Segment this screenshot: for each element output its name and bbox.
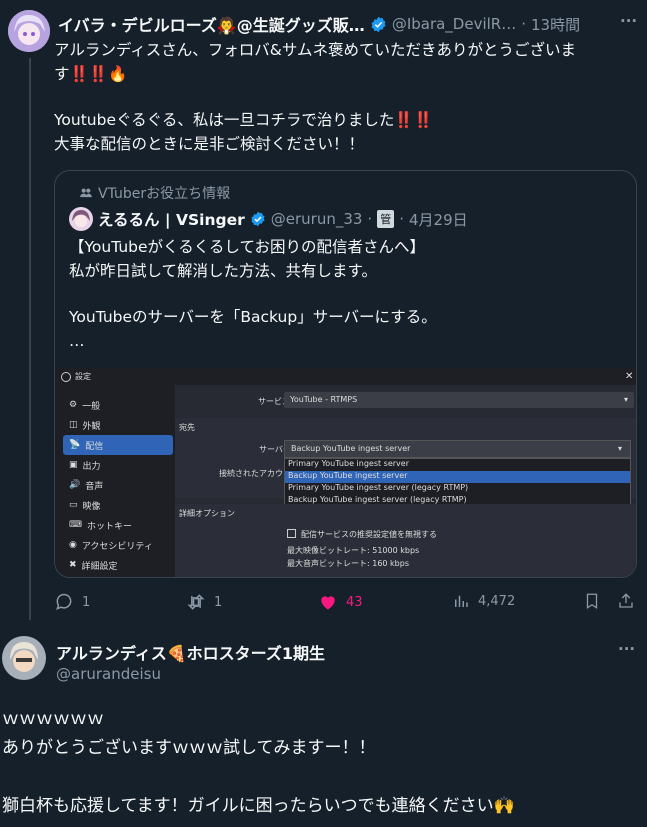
- reply-author-handle[interactable]: @arurandeisu: [56, 665, 161, 683]
- quote-text: 【YouTubeがくるくるしてお困りの配信者さんへ】 私が昨日試して解消した方法…: [69, 235, 624, 353]
- advanced-header: 詳細オプション: [179, 509, 235, 518]
- views-button[interactable]: 4,472: [452, 592, 515, 610]
- retweet-count: 1: [214, 594, 223, 610]
- reply-header: アルランディス🍕ホロスターズ1期生: [56, 640, 325, 664]
- reply-text: ｗｗｗｗｗｗ ありがとうございますｗｗｗ試してみますー！！ 獅白杯も応援してます…: [2, 705, 642, 821]
- reply-line: 獅白杯も応援してます！ガイルに困ったらいつでも連絡ください🙌: [2, 796, 515, 816]
- analytics-icon: [455, 595, 468, 607]
- quote-line: 【YouTubeがくるくるしてお困りの配信者さんへ】: [69, 238, 425, 256]
- accessibility-icon: ◉: [69, 540, 77, 550]
- author-avatar-image: [8, 10, 50, 52]
- quote-line: YouTubeのサーバーを「Backup」サーバーにする。: [69, 308, 437, 326]
- keyboard-icon: ⌨: [69, 520, 82, 530]
- bookmark-icon: [586, 593, 598, 610]
- tweet-time[interactable]: 13時間: [531, 14, 580, 35]
- tweet-line: アルランディスさん、フォロバ&サムネ褒めていただきありがとうございま: [54, 41, 577, 59]
- tweet-header: イバラ・デビルローズ🧛@生誕グッズ販… @Ibara_DevilR… · 13時…: [58, 12, 643, 36]
- separator: ·: [367, 210, 373, 228]
- quote-date[interactable]: 4月29日: [409, 209, 468, 230]
- tweet-line: す‼️‼️🔥: [54, 65, 128, 83]
- reply-avatar-image: [2, 636, 46, 680]
- max-video-bitrate: 最大映像ビットレート: 51000 kbps: [287, 546, 420, 555]
- dropdown-option[interactable]: Primary YouTube ingest server (legacy RT…: [285, 483, 630, 495]
- admin-badge: 管: [377, 210, 395, 228]
- reply-count: 1: [82, 594, 91, 610]
- advanced-group: 詳細オプション 配信サービスの推奨設定値を無視する 最大映像ビットレート: 51…: [175, 504, 636, 577]
- bookmark-button[interactable]: [583, 592, 601, 610]
- more-options-icon[interactable]: ···: [618, 640, 635, 658]
- quoted-tweet-card[interactable]: VTuberお役立ち情報 えるるん | VSinger @erurun_33 ·…: [54, 170, 637, 578]
- community-name: VTuberお役立ち情報: [98, 186, 231, 202]
- stream-icon: 📡: [69, 440, 81, 450]
- like-count: 43: [346, 594, 363, 610]
- author-handle[interactable]: @Ibara_DevilR…: [392, 15, 516, 33]
- output-icon: ▣: [69, 460, 78, 470]
- community-label[interactable]: VTuberお役立ち情報: [79, 183, 230, 203]
- quote-author-name[interactable]: えるるん | VSinger: [98, 208, 245, 230]
- sidebar-item-general[interactable]: ⚙ 一般: [63, 395, 173, 415]
- quote-avatar[interactable]: [69, 207, 93, 231]
- window-title: 設定: [75, 372, 91, 381]
- sidebar-item-audio[interactable]: 🔊 音声: [63, 475, 173, 495]
- view-count: 4,472: [478, 593, 516, 609]
- tweet-line: Youtubeぐるぐる、私は一旦コチラで治りました‼️‼️: [54, 111, 433, 129]
- more-options-icon[interactable]: ···: [620, 12, 637, 30]
- wrench-icon: ✖: [69, 560, 77, 570]
- settings-sidebar: ⚙ 一般 ◫ 外観 📡 配信 ▣ 出力 🔊 音声 ▭ 映像 ⌨ ホットキー ◉ アクセシビリティ…: [55, 385, 175, 577]
- heart-icon: [321, 596, 335, 610]
- sidebar-item-advanced[interactable]: ✖ 詳細設定: [63, 555, 173, 575]
- reply-button[interactable]: 1: [54, 592, 90, 612]
- time-separator: ·: [521, 15, 527, 33]
- reply-author-avatar[interactable]: [2, 636, 46, 680]
- attached-image[interactable]: 設定 ✕ ⚙ 一般 ◫ 外観 📡 配信 ▣ 出力 🔊 音声 ▭ 映像 ⌨ ホットキー ◉ アクセ…: [55, 368, 636, 577]
- app-icon: [61, 372, 71, 382]
- checkbox-label: 配信サービスの推奨設定値を無視する: [301, 530, 437, 539]
- window-titlebar: 設定 ✕: [55, 368, 636, 385]
- close-icon: ✕: [625, 371, 634, 382]
- verified-badge-icon: [371, 16, 386, 32]
- server-dropdown-list: Primary YouTube ingest server Backup You…: [284, 458, 631, 508]
- quote-author-handle[interactable]: @erurun_33: [271, 210, 363, 228]
- reply-line: ｗｗｗｗｗｗ: [2, 709, 104, 729]
- appearance-icon: ◫: [69, 420, 78, 430]
- max-audio-bitrate: 最大音声ビットレート: 160 kbps: [287, 559, 410, 568]
- server-select[interactable]: Backup YouTube ingest server ▾: [284, 440, 631, 458]
- thread-line: [29, 58, 31, 620]
- like-button[interactable]: 43: [318, 592, 363, 612]
- share-button[interactable]: [617, 592, 635, 610]
- sidebar-item-video[interactable]: ▭ 映像: [63, 495, 173, 515]
- sidebar-item-hotkeys[interactable]: ⌨ ホットキー: [63, 515, 173, 535]
- author-name[interactable]: イバラ・デビルローズ🧛@生誕グッズ販…: [58, 12, 365, 36]
- dropdown-option-selected[interactable]: Backup YouTube ingest server: [285, 471, 630, 483]
- dropdown-option[interactable]: Primary YouTube ingest server: [285, 459, 630, 471]
- quote-header: えるるん | VSinger @erurun_33 · 管 · 4月29日: [69, 207, 468, 231]
- sidebar-item-output[interactable]: ▣ 出力: [63, 455, 173, 475]
- checkbox[interactable]: [287, 529, 296, 538]
- gear-icon: ⚙: [69, 400, 78, 410]
- service-select[interactable]: YouTube - RTMPS ▾: [284, 392, 634, 408]
- speaker-icon: 🔊: [69, 480, 81, 490]
- tweet-text: アルランディスさん、フォロバ&サムネ褒めていただきありがとうございま す‼️‼️…: [54, 38, 639, 156]
- retweet-icon: [187, 594, 205, 610]
- community-icon: [80, 188, 92, 198]
- reply-icon: [56, 593, 72, 610]
- sidebar-item-accessibility[interactable]: ◉ アクセシビリティ: [63, 535, 173, 555]
- quote-line: 私が昨日試して解消した方法、共有します。: [69, 262, 377, 280]
- quote-avatar-image: [69, 207, 93, 231]
- reply-line: ありがとうございますｗｗｗ試してみますー！！: [2, 738, 376, 758]
- quote-line: …: [69, 332, 85, 350]
- author-avatar[interactable]: [8, 10, 50, 52]
- monitor-icon: ▭: [69, 500, 78, 510]
- chevron-down-icon: ▾: [624, 395, 629, 404]
- tweet-line: 大事な配信のときに是非ご検討ください！！: [54, 135, 365, 153]
- sidebar-item-appearance[interactable]: ◫ 外観: [63, 415, 173, 435]
- sidebar-item-stream[interactable]: 📡 配信: [63, 435, 173, 455]
- destination-header: 宛先: [179, 423, 195, 432]
- chevron-down-icon: ▾: [618, 444, 623, 453]
- separator: ·: [399, 210, 404, 228]
- share-icon: [619, 593, 633, 608]
- retweet-button[interactable]: 1: [186, 592, 222, 612]
- reply-author-name[interactable]: アルランディス🍕ホロスターズ1期生: [56, 644, 325, 663]
- verified-badge-icon: [251, 211, 265, 227]
